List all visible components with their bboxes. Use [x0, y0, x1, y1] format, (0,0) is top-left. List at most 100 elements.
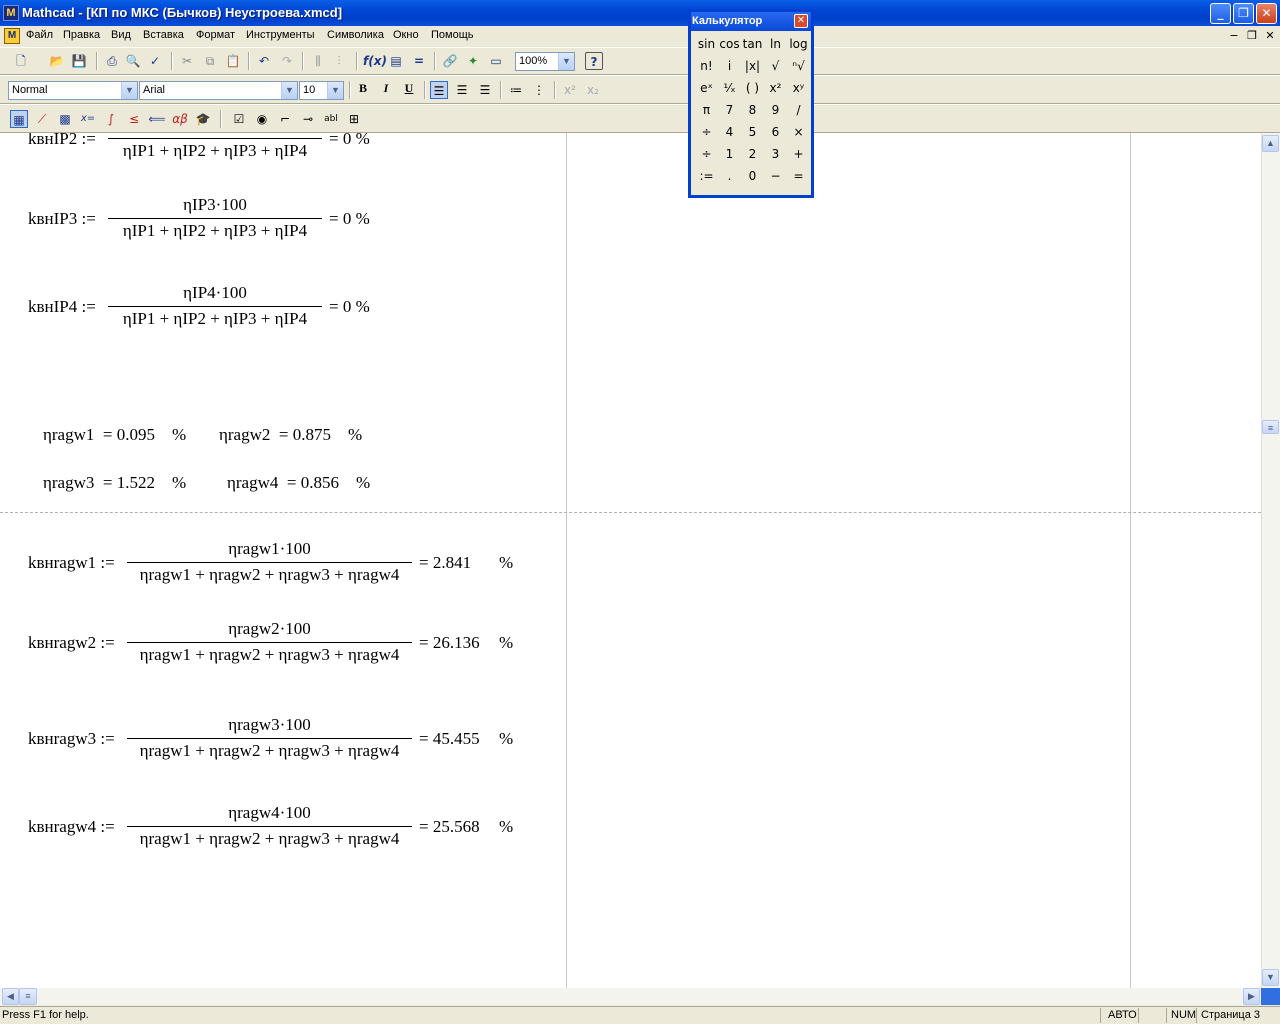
calc-button-r2-c2[interactable]: ( ): [741, 77, 764, 99]
menu-insert[interactable]: Вставка: [143, 29, 184, 41]
scroll-down-icon[interactable]: ▼: [1262, 969, 1279, 986]
menu-file[interactable]: Файл: [26, 29, 53, 41]
boolean-toolbar-icon[interactable]: ≤: [125, 110, 143, 128]
scroll-thumb[interactable]: ≡: [1262, 420, 1279, 434]
spell-check-icon[interactable]: ✓: [146, 52, 164, 70]
calculate-icon[interactable]: =: [410, 52, 428, 70]
kvnragw1-denominator[interactable]: ηragw1 + ηragw2 + ηragw3 + ηragw4: [127, 565, 412, 585]
listbox-control-icon[interactable]: ⊞: [345, 110, 363, 128]
chevron-down-icon[interactable]: ▼: [281, 82, 297, 99]
new-document-icon[interactable]: 🗋: [12, 52, 30, 70]
kvnragw2-result[interactable]: = 26.136: [419, 633, 480, 653]
greek-toolbar-icon[interactable]: αβ: [171, 110, 189, 128]
font-size-combo[interactable]: 10 ▼: [299, 81, 344, 100]
push-button-control-icon[interactable]: ⌐: [276, 110, 294, 128]
menu-symbolics[interactable]: Символика: [327, 29, 384, 41]
calc-button-r0-c2[interactable]: tan: [741, 33, 764, 55]
insert-component-icon[interactable]: ✦: [464, 52, 482, 70]
kvnragw2-numerator[interactable]: ηragw2·100: [127, 619, 412, 639]
close-button[interactable]: ✕: [1256, 3, 1277, 24]
kvnragw2-lhs[interactable]: kвнragw2 :=: [28, 633, 115, 653]
calculator-close-icon[interactable]: ✕: [794, 14, 808, 28]
scroll-right-icon[interactable]: ▶: [1243, 988, 1260, 1005]
calc-button-r2-c4[interactable]: xʸ: [787, 77, 810, 99]
document-icon[interactable]: M: [4, 28, 20, 44]
calculus-toolbar-icon[interactable]: ∫: [102, 110, 120, 128]
kvnip2-result[interactable]: = 0 %: [329, 133, 370, 149]
calc-button-r4-c2[interactable]: 5: [741, 121, 764, 143]
kvnragw2-denominator[interactable]: ηragw1 + ηragw2 + ηragw3 + ηragw4: [127, 645, 412, 665]
align-left-icon[interactable]: ☰: [430, 81, 448, 99]
zoom-combo[interactable]: 100% ▼: [515, 52, 575, 71]
align-down-icon[interactable]: ⫶: [330, 52, 348, 70]
chevron-down-icon[interactable]: ▼: [121, 82, 137, 99]
kvnragw4-numerator[interactable]: ηragw4·100: [127, 803, 412, 823]
calculator-title[interactable]: Калькулятор: [691, 12, 811, 31]
vertical-scrollbar[interactable]: ▲ ≡ ▼: [1261, 133, 1280, 988]
menu-tools[interactable]: Инструменты: [246, 29, 315, 41]
restore-button[interactable]: ❐: [1233, 3, 1254, 24]
kvnragw3-numerator[interactable]: ηragw3·100: [127, 715, 412, 735]
chevron-down-icon[interactable]: ▼: [558, 53, 574, 70]
print-icon[interactable]: ⎙: [103, 52, 121, 70]
calc-button-r4-c3[interactable]: 6: [764, 121, 787, 143]
eta-ragw2-value[interactable]: ηragw2 = 0.875 %: [219, 425, 362, 445]
calc-button-r3-c2[interactable]: 8: [741, 99, 764, 121]
numbered-list-icon[interactable]: ⋮: [530, 81, 548, 99]
kvnragw4-result[interactable]: = 25.568: [419, 817, 480, 837]
calc-button-r3-c3[interactable]: 9: [764, 99, 787, 121]
calc-button-r6-c0[interactable]: :=: [695, 165, 718, 187]
eta-ragw1-value[interactable]: ηragw1 = 0.095 %: [43, 425, 186, 445]
kvnragw3-result[interactable]: = 45.455: [419, 729, 480, 749]
calc-button-r5-c0[interactable]: ÷: [695, 143, 718, 165]
kvnip2-lhs[interactable]: kвнIP2 :=: [28, 133, 96, 149]
undo-icon[interactable]: ↶: [255, 52, 273, 70]
calc-button-r2-c3[interactable]: x²: [764, 77, 787, 99]
menu-format[interactable]: Формат: [196, 29, 235, 41]
kvnragw3-lhs[interactable]: kвнragw3 :=: [28, 729, 115, 749]
kvnragw1-numerator[interactable]: ηragw1·100: [127, 539, 412, 559]
menu-view[interactable]: Вид: [111, 29, 131, 41]
align-across-icon[interactable]: ⫼: [309, 52, 327, 70]
hscroll-thumb[interactable]: ≡: [19, 988, 37, 1005]
worksheet[interactable]: kвнIP2 := ηIP1 + ηIP2 + ηIP3 + ηIP4 = 0 …: [0, 133, 1261, 988]
mdi-close-button[interactable]: ✕: [1262, 29, 1278, 43]
calc-button-r4-c1[interactable]: 4: [718, 121, 741, 143]
calc-button-r1-c4[interactable]: ⁿ√: [787, 55, 810, 77]
kvnragw1-lhs[interactable]: kвнragw1 :=: [28, 553, 115, 573]
calc-button-r1-c3[interactable]: √: [764, 55, 787, 77]
copy-icon[interactable]: ⧉: [201, 52, 219, 70]
calc-button-r4-c0[interactable]: ÷: [695, 121, 718, 143]
minimize-button[interactable]: _: [1210, 3, 1231, 24]
calc-button-r0-c3[interactable]: ln: [764, 33, 787, 55]
scroll-up-icon[interactable]: ▲: [1262, 135, 1279, 152]
calc-button-r0-c1[interactable]: cos: [718, 33, 741, 55]
chevron-down-icon[interactable]: ▼: [327, 82, 343, 99]
kvnip3-numerator[interactable]: ηIP3·100: [108, 195, 322, 215]
superscript-icon[interactable]: x²: [561, 81, 579, 99]
kvnip3-denominator[interactable]: ηIP1 + ηIP2 + ηIP3 + ηIP4: [108, 221, 322, 241]
calc-button-r5-c3[interactable]: 3: [764, 143, 787, 165]
mdi-restore-button[interactable]: ❐: [1244, 29, 1260, 43]
font-combo[interactable]: Arial ▼: [139, 81, 298, 100]
graph-toolbar-icon[interactable]: ⟋: [33, 110, 51, 128]
evaluation-toolbar-icon[interactable]: x=: [79, 110, 97, 128]
cut-icon[interactable]: ✂: [178, 52, 196, 70]
insert-function-icon[interactable]: f(x): [363, 52, 387, 70]
slider-control-icon[interactable]: ⊸: [299, 110, 317, 128]
calc-button-r3-c0[interactable]: π: [695, 99, 718, 121]
calc-button-r0-c4[interactable]: log: [787, 33, 810, 55]
calc-button-r1-c0[interactable]: n!: [695, 55, 718, 77]
menu-help[interactable]: Помощь: [431, 29, 474, 41]
eta-ragw3-value[interactable]: ηragw3 = 1.522 %: [43, 473, 186, 493]
calc-button-r6-c1[interactable]: .: [718, 165, 741, 187]
print-preview-icon[interactable]: 🔍: [124, 52, 142, 70]
radio-control-icon[interactable]: ◉: [253, 110, 271, 128]
programming-toolbar-icon[interactable]: ⟸: [148, 110, 166, 128]
kvnip2-denominator[interactable]: ηIP1 + ηIP2 + ηIP3 + ηIP4: [108, 141, 322, 161]
open-folder-icon[interactable]: 📂: [48, 52, 66, 70]
calc-button-r0-c0[interactable]: sin: [695, 33, 718, 55]
insert-hyperlink-icon[interactable]: 🔗: [441, 52, 459, 70]
checkbox-control-icon[interactable]: ☑: [230, 110, 248, 128]
kvnragw4-lhs[interactable]: kвнragw4 :=: [28, 817, 115, 837]
